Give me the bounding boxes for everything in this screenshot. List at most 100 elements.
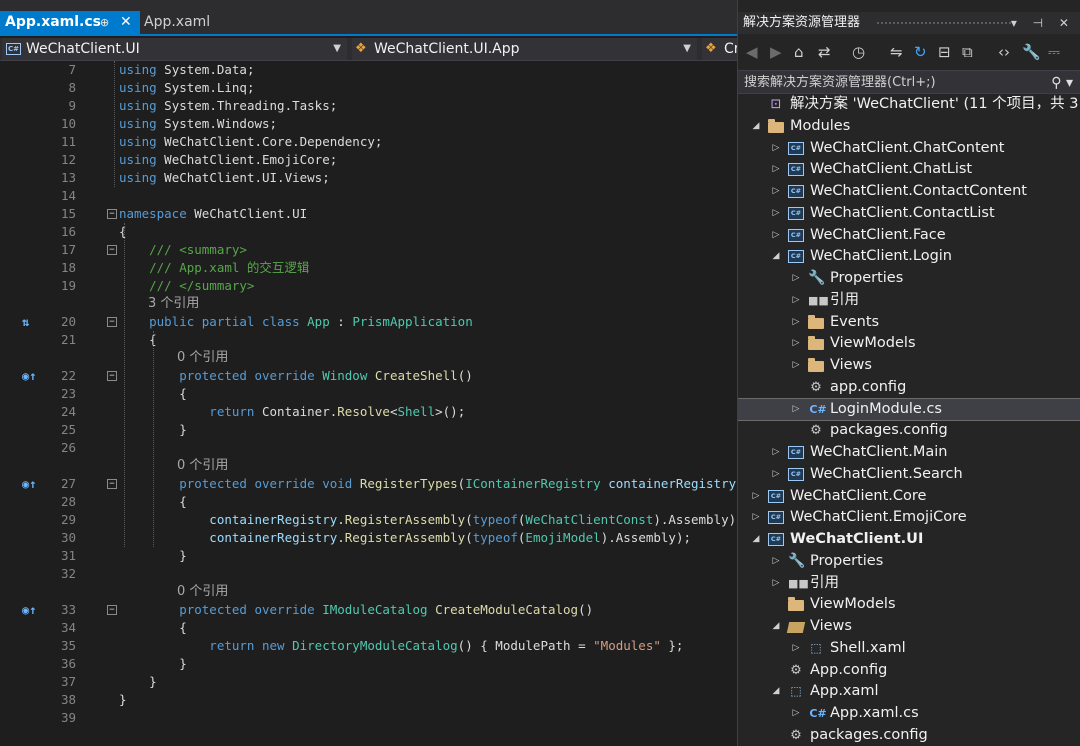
sync-with-document-icon[interactable]: ⇋ [890,42,903,62]
expand-arrow-icon[interactable]: ▷ [790,268,802,290]
override-glyph-icon[interactable]: ◉↑ [22,601,36,619]
tree-item[interactable]: ▷ Events [738,312,1080,334]
code-line[interactable]: 13 using WeChatClient.UI.Views; [0,169,737,187]
code-line[interactable]: 19 /// </summary> [0,277,737,295]
tree-item[interactable]: ▷ 🔧 Properties [738,551,1080,573]
collapse-arrow-icon[interactable]: ◢ [770,246,782,268]
collapse-region-icon[interactable]: − [107,479,117,489]
collapse-arrow-icon[interactable]: ◢ [750,116,762,138]
code-line[interactable]: 25 } [0,421,737,439]
home-icon[interactable]: ⌂ [794,42,804,62]
tree-item[interactable]: ▷ C# WeChatClient.Face [738,225,1080,247]
code-line[interactable]: 39 [0,709,737,727]
tree-item[interactable]: ▷ ⬚ Shell.xaml [738,638,1080,660]
inheritance-glyph-icon[interactable]: ⇅ [22,313,29,331]
code-line[interactable]: 32 [0,565,737,583]
code-line[interactable]: 10 using System.Windows; [0,115,737,133]
expand-arrow-icon[interactable]: ▷ [770,225,782,247]
expand-arrow-icon[interactable]: ▷ [770,551,782,573]
tree-item[interactable]: ▷ ■■ 引用 [738,290,1080,312]
collapse-arrow-icon[interactable]: ◢ [770,616,782,638]
codelens-reference-hint[interactable]: 0 个引用 [177,583,228,601]
expand-arrow-icon[interactable]: ▷ [770,442,782,464]
code-line[interactable]: 8 using System.Linq; [0,79,737,97]
tree-item[interactable]: ⊡ 解决方案 'WeChatClient' (11 个项目，共 3 个) [738,94,1080,116]
override-glyph-icon[interactable]: ◉↑ [22,367,36,385]
override-glyph-icon[interactable]: ◉↑ [22,475,36,493]
tree-item[interactable]: ◢ C# WeChatClient.UI [738,529,1080,551]
solution-explorer-search-input[interactable]: 搜索解决方案资源管理器(Ctrl+;) ⚲ ▾ [738,70,1080,94]
code-line[interactable]: 17 /// <summary> − [0,241,737,259]
tree-item[interactable]: ▷ C# WeChatClient.Search [738,464,1080,486]
tree-item[interactable]: ▷ C# WeChatClient.EmojiCore [738,507,1080,529]
project-dropdown[interactable]: C# WeChatClient.UI ▼ [2,38,347,60]
code-line[interactable]: 27 protected override void RegisterTypes… [0,475,737,493]
view-code-icon[interactable]: ‹› [998,42,1010,62]
expand-arrow-icon[interactable]: ▷ [790,312,802,334]
collapse-all-icon[interactable]: ⊟ [938,42,951,62]
code-line[interactable]: 24 return Container.Resolve<Shell>(); [0,403,737,421]
tree-item[interactable]: ⚙ app.config [738,377,1080,399]
tree-item[interactable]: ViewModels [738,594,1080,616]
tree-item[interactable]: ▷ C# WeChatClient.Core [738,486,1080,508]
expand-arrow-icon[interactable]: ▷ [770,464,782,486]
preview-icon[interactable]: ⎓ [1048,42,1060,62]
tree-item[interactable]: ▷ C# WeChatClient.ContactContent [738,181,1080,203]
tree-item[interactable]: ▷ C# WeChatClient.ContactList [738,203,1080,225]
expand-arrow-icon[interactable]: ▷ [790,638,802,660]
collapse-arrow-icon[interactable]: ◢ [750,529,762,551]
code-line[interactable]: 35 return new DirectoryModuleCatalog() {… [0,637,737,655]
tab-app-xaml[interactable]: App.xaml [144,11,210,34]
expand-arrow-icon[interactable]: ▷ [790,703,802,725]
tree-item[interactable]: ⚙ App.config [738,660,1080,682]
expand-arrow-icon[interactable]: ▷ [790,399,802,421]
collapse-region-icon[interactable]: − [107,371,117,381]
tree-item[interactable]: ⚙ packages.config [738,725,1080,746]
code-line[interactable]: 23 { [0,385,737,403]
codelens-reference-hint[interactable]: 0 个引用 [177,349,228,367]
pending-changes-filter-icon[interactable]: ◷ [852,42,865,62]
code-line[interactable]: 16 { [0,223,737,241]
drag-grip[interactable] [876,21,1016,26]
switch-views-icon[interactable]: ⇄ [818,42,831,62]
expand-arrow-icon[interactable]: ▷ [770,159,782,181]
tree-item[interactable]: ⚙ packages.config [738,420,1080,442]
tree-item[interactable]: ▷ C# WeChatClient.ChatContent [738,138,1080,160]
code-line[interactable]: 15 namespace WeChatClient.UI − [0,205,737,223]
tree-item[interactable]: ▷ ViewModels [738,333,1080,355]
code-line[interactable]: 28 { [0,493,737,511]
code-line[interactable]: 38} [0,691,737,709]
code-line[interactable]: 33 protected override IModuleCatalog Cre… [0,601,737,619]
tree-item[interactable]: ◢ Modules [738,116,1080,138]
window-controls[interactable]: ▾ ⊣ ✕ [1011,12,1075,34]
codelens-reference-hint[interactable]: 0 个引用 [177,457,228,475]
properties-wrench-icon[interactable]: 🔧 [1022,42,1041,62]
tree-item[interactable]: ▷ C# WeChatClient.ChatList [738,159,1080,181]
close-icon[interactable]: ✕ [120,11,132,34]
code-line[interactable]: 36 } [0,655,737,673]
expand-arrow-icon[interactable]: ▷ [790,355,802,377]
code-area[interactable]: 7 using System.Data; 8 using System.Linq; 9 u… [0,61,737,746]
tree-item[interactable]: ◢ ⬚ App.xaml [738,681,1080,703]
code-line[interactable]: 30 containerRegistry.RegisterAssembly(ty… [0,529,737,547]
refresh-icon[interactable]: ↻ [914,42,927,62]
back-icon[interactable]: ◀ [746,42,758,62]
code-line[interactable]: 7 using System.Data; [0,61,737,79]
expand-arrow-icon[interactable]: ▷ [750,486,762,508]
class-dropdown[interactable]: ❖ WeChatClient.UI.App ▼ [352,38,697,60]
expand-arrow-icon[interactable]: ▷ [770,573,782,595]
collapse-region-icon[interactable]: − [107,605,117,615]
collapse-region-icon[interactable]: − [107,317,117,327]
tree-item[interactable]: ◢ C# WeChatClient.Login [738,246,1080,268]
collapse-arrow-icon[interactable]: ◢ [770,681,782,703]
code-line[interactable]: 31 } [0,547,737,565]
forward-icon[interactable]: ▶ [770,42,782,62]
expand-arrow-icon[interactable]: ▷ [770,138,782,160]
pin-icon[interactable]: ⊕ [100,11,109,34]
tree-item[interactable]: ▷ C# WeChatClient.Main [738,442,1080,464]
tree-item[interactable]: ▷ 🔧 Properties [738,268,1080,290]
code-line[interactable]: 11 using WeChatClient.Core.Dependency; [0,133,737,151]
code-line[interactable]: 34 { [0,619,737,637]
tree-item[interactable]: ▷ Views [738,355,1080,377]
collapse-region-icon[interactable]: − [107,245,117,255]
